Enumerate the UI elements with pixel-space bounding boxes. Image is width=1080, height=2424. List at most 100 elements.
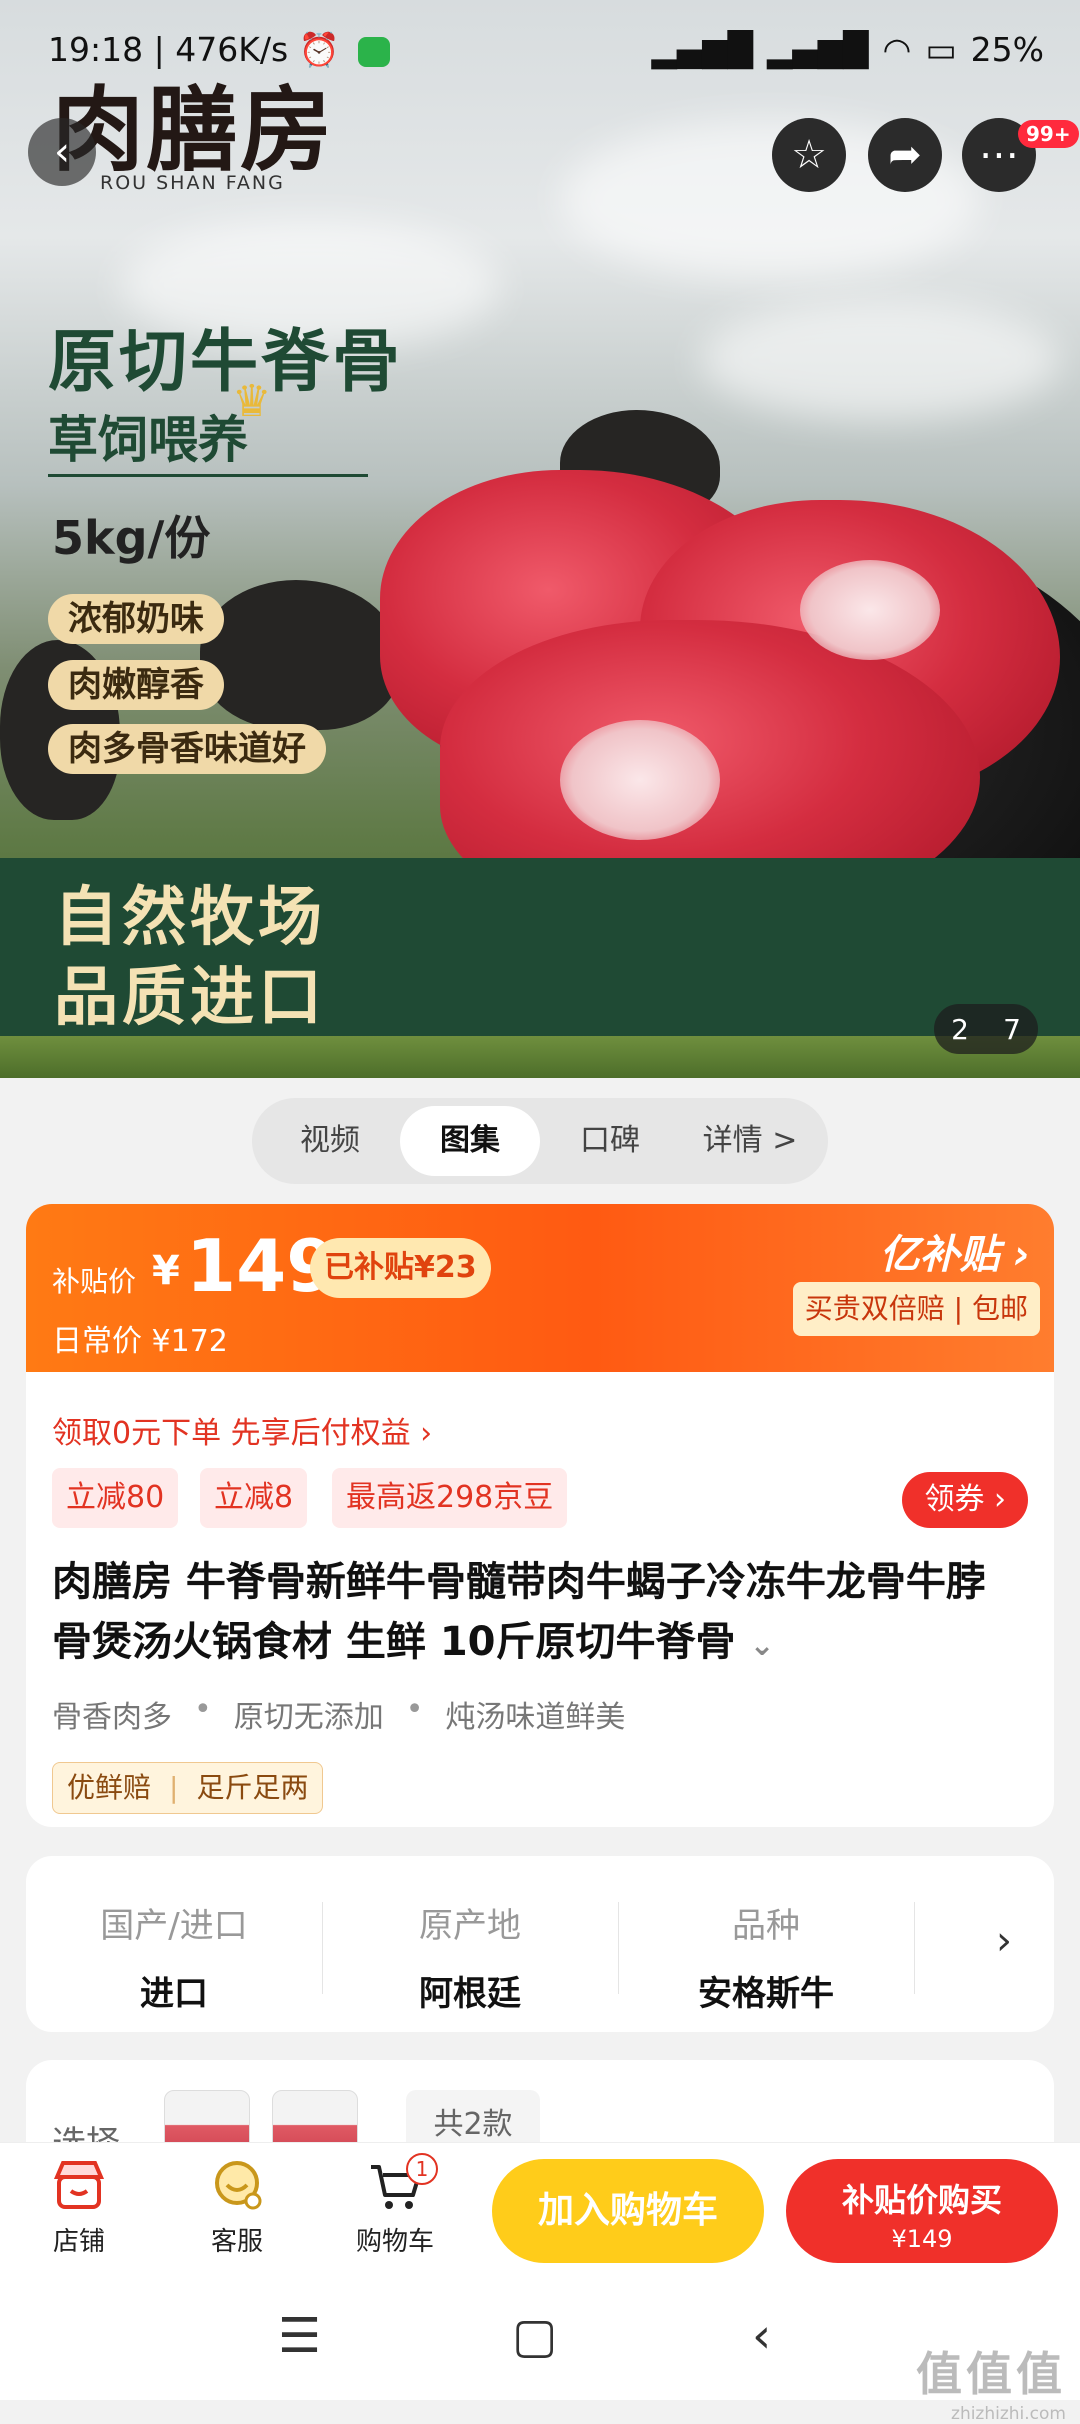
buy-now-label: 补贴价购买 (841, 2181, 1002, 2219)
cart-button[interactable]: 1 购物车 (340, 2153, 450, 2258)
store-label: 店铺 (52, 2227, 105, 2257)
star-icon: ☆ (791, 132, 827, 178)
wechat-icon (358, 36, 391, 67)
buy-now-button[interactable]: 补贴价购买 ¥149 (786, 2159, 1058, 2263)
daily-price: 日常价 ¥172 (52, 1324, 228, 1359)
hero-brand-sub: ROU SHAN FANG (100, 172, 285, 194)
menu-icon[interactable]: ☰ (278, 2308, 321, 2364)
attribute-origin-type: 国产/进口 进口 (26, 1856, 322, 2032)
cart-count-badge: 1 (406, 2153, 438, 2185)
favorite-button[interactable]: ☆ (772, 118, 846, 192)
signal-icon: ▂▄▆█ (651, 30, 754, 69)
tab-gallery[interactable]: 图集 (400, 1106, 540, 1176)
status-right: ▂▄▆█ ▂▄▆█ ◠ ▭ 25% (652, 30, 1044, 69)
price-banner: 补贴价 ¥ 149 已补贴¥23 日常价 ¥172 亿补贴 › 买贵双倍赔 | … (26, 1204, 1054, 1374)
subsidy-price-label: 补贴价 (52, 1265, 137, 1298)
attribute-key: 原产地 (419, 1906, 521, 1946)
chevron-down-icon: ⌄ (749, 1628, 775, 1663)
tab-details[interactable]: 详情 > (680, 1106, 820, 1176)
hero-weight: 5kg/份 (52, 511, 211, 565)
chevron-right-icon[interactable]: › (996, 1918, 1012, 1964)
attribute-key: 品种 (732, 1906, 800, 1946)
wifi-icon: ◠ (882, 30, 912, 69)
watermark-sub: zhizhizhi.com (951, 2404, 1066, 2424)
selling-point: 原切无添加 (233, 1700, 384, 1735)
image-pager: 2 7 (934, 1004, 1038, 1054)
buy-now-price: ¥149 (891, 2225, 953, 2253)
discount-chip[interactable]: 最高返298京豆 (332, 1468, 568, 1528)
home-icon[interactable]: ▢ (512, 2308, 557, 2364)
chevron-left-icon: ‹ (54, 129, 70, 175)
share-button[interactable]: ➦ (868, 118, 942, 192)
store-button[interactable]: 店铺 (24, 2157, 134, 2258)
status-bar: 19:18 | 476K/s ⏰ ▂▄▆█ ▂▄▆█ ◠ ▭ 25% (0, 0, 1080, 90)
divider (914, 1902, 915, 1994)
back-nav-icon[interactable]: ‹ (752, 2308, 771, 2364)
yi-subsidy-name: 亿补贴 (879, 1232, 1000, 1278)
pay-later-link[interactable]: 领取0元下单 先享后付权益 › (52, 1408, 432, 1452)
attribute-breed: 品种 安格斯牛 (618, 1856, 914, 2032)
battery-level: 25% (970, 30, 1044, 69)
hero-feature-pill: 浓郁奶味 (48, 594, 224, 644)
yi-subsidy-logo[interactable]: 亿补贴 › (880, 1222, 1030, 1280)
selling-point: 骨香肉多 (52, 1700, 172, 1735)
attribute-value: 阿根廷 (419, 1974, 521, 2014)
get-coupon-button[interactable]: 领券 › (902, 1472, 1028, 1528)
tab-reviews[interactable]: 口碑 (540, 1106, 680, 1176)
attributes-card[interactable]: 国产/进口 进口 原产地 阿根廷 品种 安格斯牛 › (26, 1856, 1054, 2032)
bone-marrow (800, 560, 940, 660)
attribute-value: 安格斯牛 (698, 1974, 834, 2014)
hero-band-line1: 自然牧场 (54, 881, 326, 955)
signal-icon-2: ▂▄▆█ (767, 30, 869, 69)
hero-title: 原切牛脊骨 (48, 323, 404, 402)
cow-silhouette (200, 580, 400, 730)
crown-icon: ♛ (232, 376, 272, 427)
product-title-text: 肉膳房 牛脊骨新鲜牛骨髓带肉牛蝎子冷冻牛龙骨牛脖骨煲汤火锅食材 生鲜 10斤原切… (52, 1559, 986, 1665)
status-time: 19:18 (48, 30, 144, 69)
dot-separator: • (194, 1692, 212, 1727)
share-icon: ➦ (888, 132, 922, 178)
dot-separator: • (405, 1692, 424, 1727)
attribute-origin-place: 原产地 阿根廷 (322, 1856, 618, 2032)
status-time-group: 19:18 | 476K/s ⏰ (48, 30, 391, 70)
hero-grass (0, 1036, 1080, 1078)
hero-feature-pill: 肉嫩醇香 (48, 660, 224, 710)
cloud (700, 300, 1060, 420)
yi-subsidy-desc[interactable]: 买贵双倍赔 | 包邮 (792, 1282, 1040, 1336)
attribute-value: 进口 (140, 1974, 208, 2014)
cart-label: 购物车 (355, 2227, 434, 2257)
hero-band-line2: 品质进口 (54, 961, 326, 1035)
product-title[interactable]: 肉膳房 牛脊骨新鲜牛骨髓带肉牛蝎子冷冻牛龙骨牛脖骨煲汤火锅食材 生鲜 10斤原切… (52, 1552, 1022, 1676)
discount-chip[interactable]: 立减8 (200, 1468, 308, 1528)
hero-divider (48, 474, 368, 477)
tab-video[interactable]: 视频 (260, 1106, 400, 1176)
hero-feature-pill: 肉多骨香味道好 (48, 724, 326, 774)
back-button[interactable]: ‹ (28, 118, 96, 186)
guarantee-item: 足斤足两 (196, 1771, 309, 1804)
guarantee-item: 优鲜赔 (67, 1771, 152, 1804)
currency-symbol: ¥ (152, 1248, 180, 1294)
site-watermark: 值值值 zhizhizhi.com (916, 2338, 1066, 2424)
selling-points: 骨香肉多 • 原切无添加 • 炖汤味道鲜美 (52, 1692, 625, 1736)
customer-service-button[interactable]: 客服 (182, 2157, 292, 2258)
discount-chip[interactable]: 立减80 (52, 1468, 179, 1528)
customer-service-label: 客服 (210, 2227, 263, 2257)
status-separator: | (153, 30, 176, 69)
pager-current: 2 (951, 1012, 969, 1046)
hero-subtitle: 草饲喂养 (48, 411, 248, 469)
customer-service-icon (215, 2161, 262, 2210)
bottom-action-bar: 店铺 客服 1 购物车 加入购物车 补贴价购买 ¥149 (0, 2142, 1080, 2270)
guarantee-badge[interactable]: 优鲜赔 | 足斤足两 (52, 1762, 324, 1814)
store-icon (53, 2161, 105, 2209)
message-badge: 99+ (1018, 120, 1079, 148)
battery-icon: ▭ (925, 30, 957, 69)
media-tabs: 视频 图集 口碑 详情 > (252, 1098, 828, 1184)
network-speed: 476K/s (175, 30, 289, 69)
alarm-icon: ⏰ (298, 30, 340, 69)
guarantee-divider: | (169, 1771, 179, 1804)
bone-marrow (560, 720, 720, 840)
add-to-cart-button[interactable]: 加入购物车 (492, 2159, 764, 2263)
attribute-key: 国产/进口 (100, 1906, 248, 1946)
pager-total: 7 (1003, 1012, 1021, 1046)
subsidy-saved-tag: 已补贴¥23 (310, 1238, 491, 1298)
